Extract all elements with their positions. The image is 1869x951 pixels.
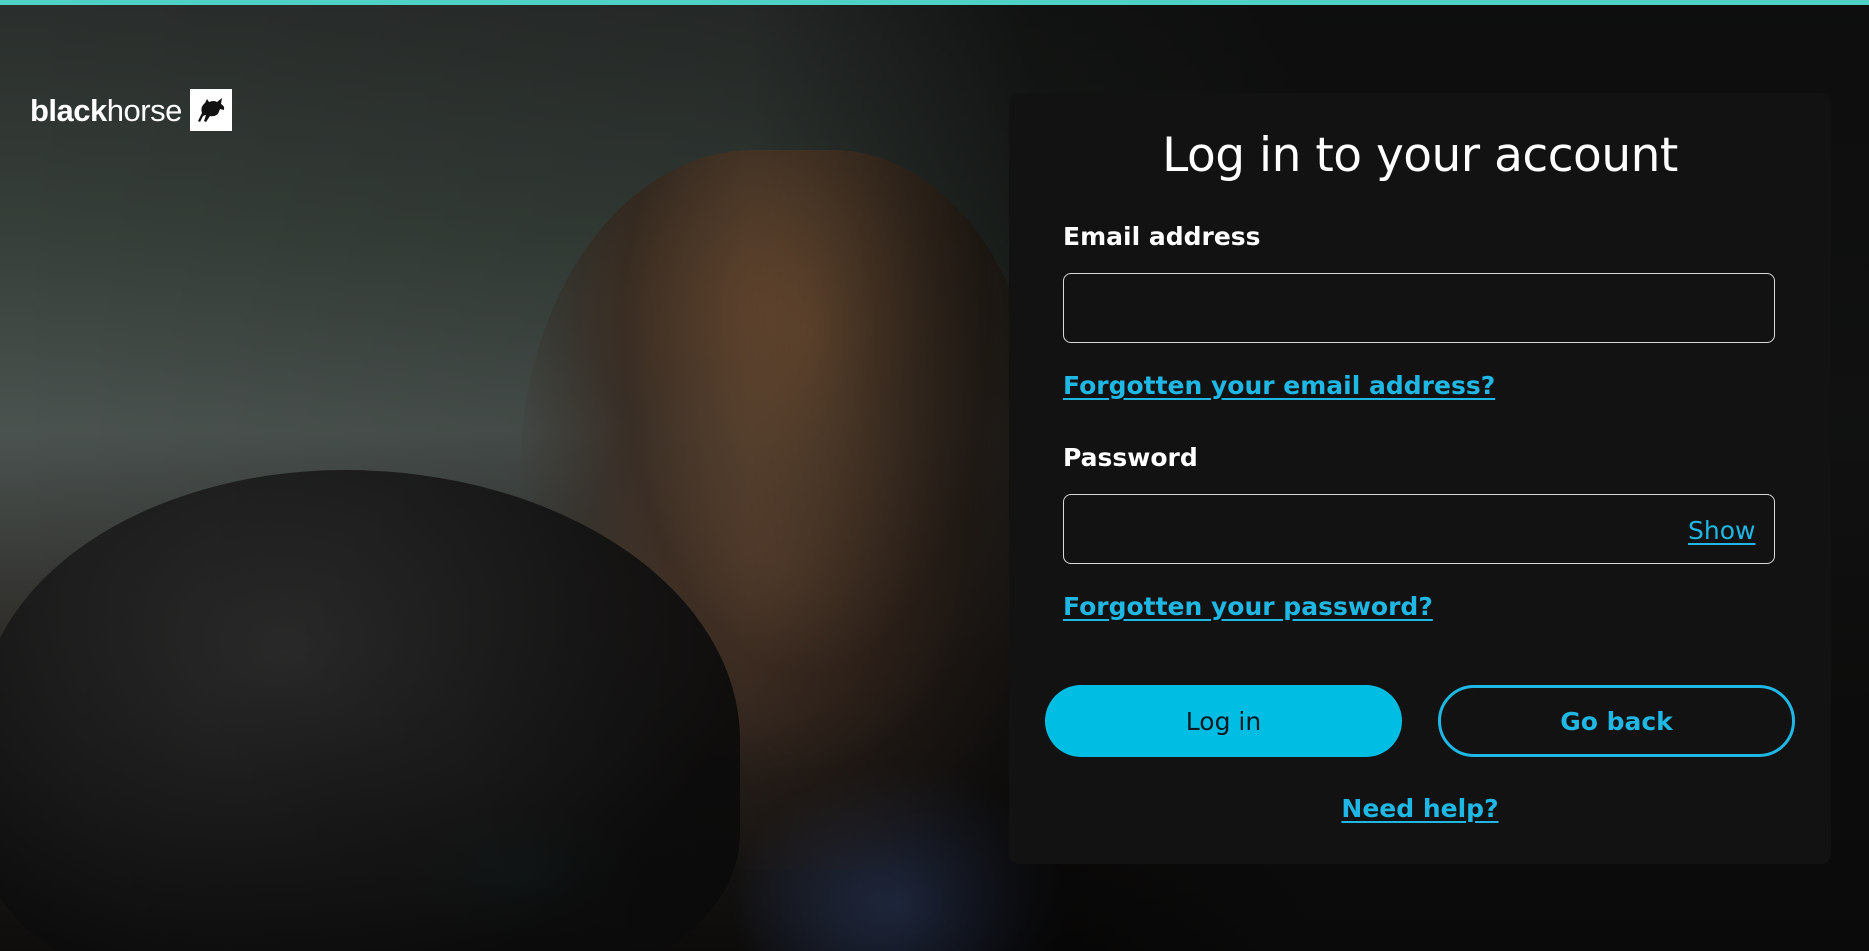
logo-wordmark-bold: black: [30, 92, 107, 128]
horse-icon: [189, 89, 232, 131]
brand-logo[interactable]: blackhorse: [30, 89, 232, 131]
forgot-password-link-wrap: Forgotten your password?: [1063, 592, 1433, 621]
forgot-email-link-wrap: Forgotten your email address?: [1063, 371, 1495, 400]
email-field[interactable]: [1063, 273, 1775, 343]
go-back-button[interactable]: Go back: [1438, 685, 1795, 757]
show-password-toggle[interactable]: Show: [1688, 516, 1755, 545]
go-back-button-label: Go back: [1560, 706, 1673, 736]
page-title: Log in to your account: [1162, 128, 1678, 183]
need-help-link[interactable]: Need help?: [1341, 794, 1498, 823]
forgot-password-link[interactable]: Forgotten your password?: [1063, 592, 1433, 621]
top-accent-bar: [0, 0, 1869, 5]
logo-wordmark-regular: horse: [106, 92, 183, 128]
show-password-wrap: Show: [1688, 516, 1755, 545]
email-label: Email address: [1063, 222, 1261, 251]
help-link-wrap: Need help?: [1009, 794, 1831, 823]
login-button[interactable]: Log in: [1045, 685, 1402, 757]
login-button-label: Log in: [1185, 706, 1262, 736]
logo-wordmark: blackhorse: [30, 95, 182, 126]
forgot-email-link[interactable]: Forgotten your email address?: [1063, 371, 1495, 400]
password-label: Password: [1063, 443, 1198, 472]
login-page: blackhorse Log in to your account Email …: [0, 0, 1869, 951]
password-field[interactable]: [1063, 494, 1775, 564]
